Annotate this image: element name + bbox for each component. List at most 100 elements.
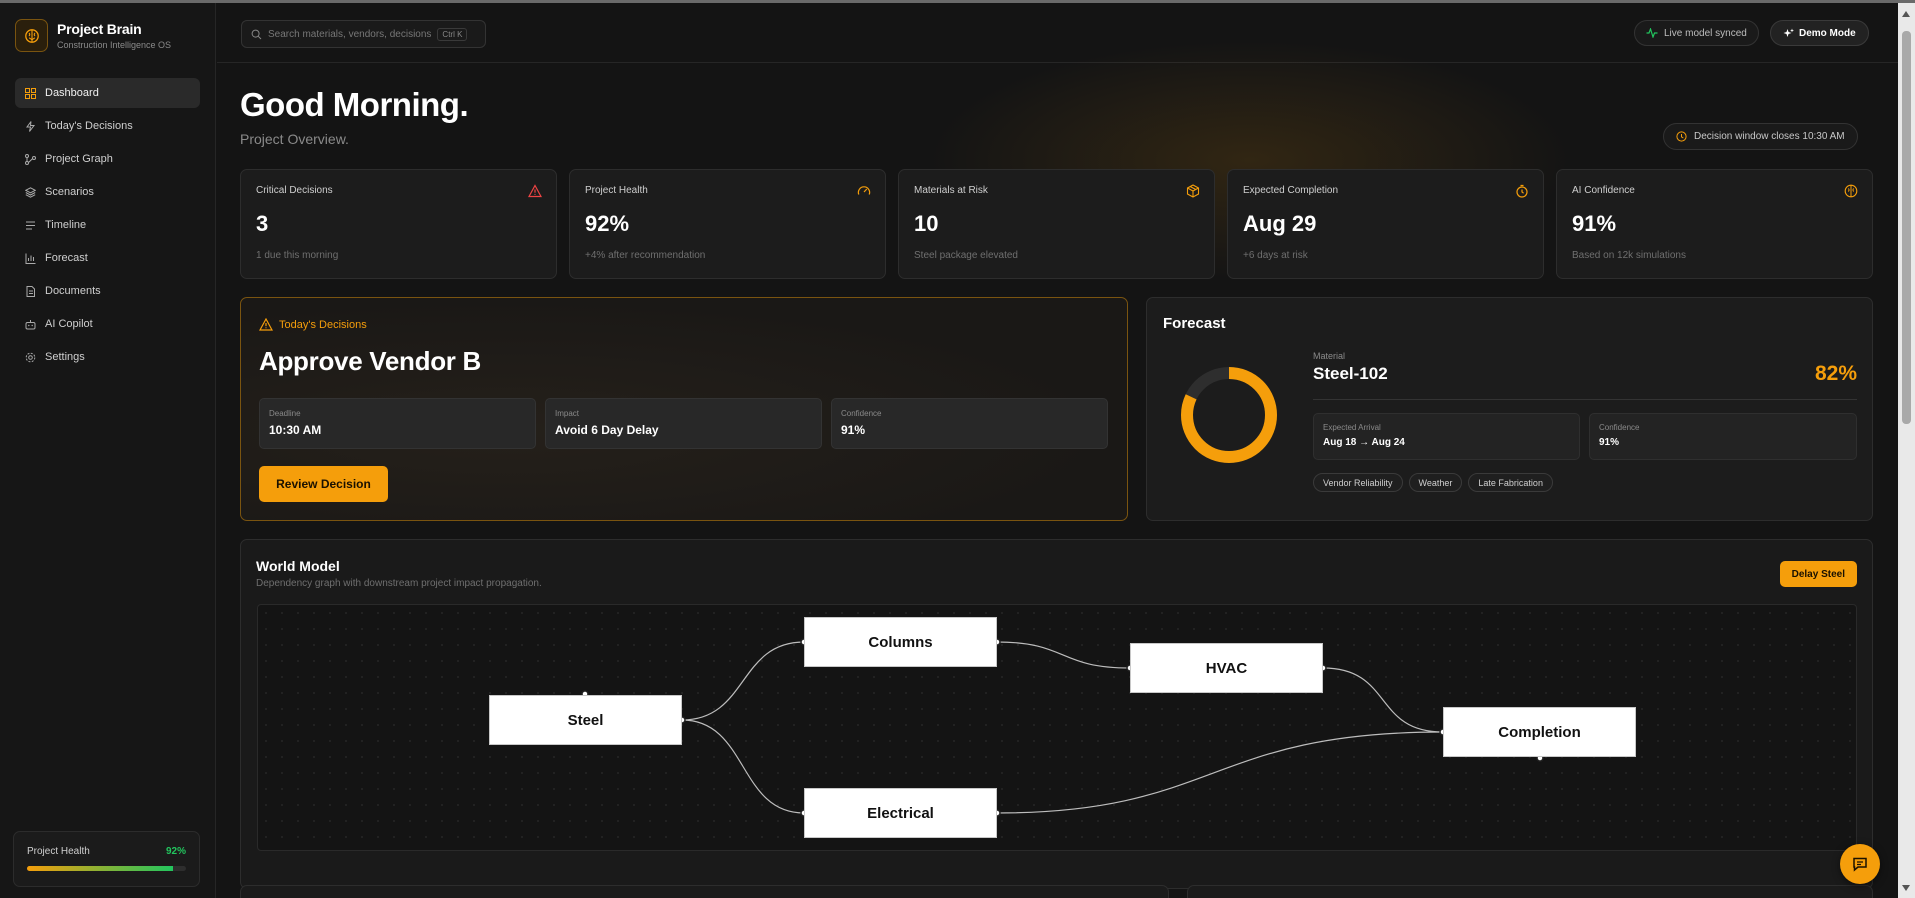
sidebar-item-project-graph[interactable]: Project Graph bbox=[15, 144, 200, 174]
search-input[interactable]: Search materials, vendors, decisions Ctr… bbox=[241, 20, 486, 48]
page-scrollbar[interactable] bbox=[1898, 3, 1915, 898]
sidebar-item-settings[interactable]: Settings bbox=[15, 342, 200, 372]
stat-subtext: Steel package elevated bbox=[914, 250, 1018, 261]
sync-label: Live model synced bbox=[1664, 27, 1747, 39]
search-icon bbox=[251, 29, 262, 39]
stat-card-critical-decisions[interactable]: Critical Decisions 3 1 due this morning bbox=[240, 169, 557, 279]
node-hvac[interactable]: HVAC bbox=[1130, 643, 1323, 693]
stat-value: 10 bbox=[914, 211, 939, 236]
sidebar-item-ai-copilot[interactable]: AI Copilot bbox=[15, 309, 200, 339]
brand-title: Project Brain bbox=[57, 21, 142, 37]
decision-tag-label: Today's Decisions bbox=[279, 318, 367, 331]
world-model-subtitle: Dependency graph with downstream project… bbox=[256, 578, 542, 589]
stat-value: 92% bbox=[585, 211, 630, 236]
detail-value: Avoid 6 Day Delay bbox=[555, 423, 659, 437]
chat-button[interactable] bbox=[1840, 844, 1880, 884]
lower-panel-left bbox=[240, 885, 1169, 898]
stat-subtext: Based on 12k simulations bbox=[1572, 250, 1686, 261]
live-sync-status[interactable]: Live model synced bbox=[1634, 20, 1759, 46]
sidebar-project-health: Project Health 92% bbox=[13, 831, 200, 887]
material-label: Material bbox=[1313, 351, 1346, 361]
stat-value: Aug 29 bbox=[1243, 211, 1317, 236]
detail-label: Impact bbox=[555, 409, 580, 418]
sidebar-item-label: Forecast bbox=[45, 252, 88, 264]
tag-late-fabrication[interactable]: Late Fabrication bbox=[1468, 473, 1553, 492]
arrival-value: Aug 18 → Aug 24 bbox=[1323, 437, 1405, 448]
scroll-up-icon[interactable] bbox=[1902, 11, 1910, 17]
grid-icon bbox=[24, 87, 36, 99]
sidebar: Project Brain Construction Intelligence … bbox=[0, 3, 216, 898]
sidebar-item-scenarios[interactable]: Scenarios bbox=[15, 177, 200, 207]
sidebar-item-documents[interactable]: Documents bbox=[15, 276, 200, 306]
forecast-donut-chart bbox=[1181, 367, 1277, 463]
tag-vendor-reliability[interactable]: Vendor Reliability bbox=[1313, 473, 1403, 492]
risk-factor-tags: Vendor Reliability Weather Late Fabricat… bbox=[1313, 473, 1559, 492]
sidebar-item-label: Timeline bbox=[45, 219, 87, 231]
stat-card-project-health[interactable]: Project Health 92% +4% after recommendat… bbox=[569, 169, 886, 279]
stat-label: Expected Completion bbox=[1243, 185, 1339, 196]
stat-card-materials-at-risk[interactable]: Materials at Risk 10 Steel package eleva… bbox=[898, 169, 1215, 279]
decision-confidence: Confidence 91% bbox=[831, 398, 1108, 449]
search-placeholder: Search materials, vendors, decisions bbox=[268, 28, 432, 40]
scroll-down-icon[interactable] bbox=[1902, 885, 1910, 891]
review-decision-button[interactable]: Review Decision bbox=[259, 466, 388, 502]
stat-subtext: +4% after recommendation bbox=[585, 250, 706, 261]
node-steel[interactable]: Steel bbox=[489, 695, 682, 745]
page-subtitle: Project Overview. bbox=[240, 131, 349, 147]
edge-steel-columns bbox=[681, 641, 805, 721]
sidebar-item-label: Scenarios bbox=[45, 186, 94, 198]
delay-steel-button[interactable]: Delay Steel bbox=[1779, 561, 1857, 587]
activity-icon bbox=[1646, 28, 1658, 38]
package-icon bbox=[1186, 184, 1200, 198]
node-columns[interactable]: Columns bbox=[804, 617, 997, 667]
sidebar-item-forecast[interactable]: Forecast bbox=[15, 243, 200, 273]
brain-icon bbox=[1844, 184, 1858, 198]
bot-icon bbox=[24, 318, 36, 330]
sidebar-item-todays-decisions[interactable]: Today's Decisions bbox=[15, 111, 200, 141]
node-completion[interactable]: Completion bbox=[1443, 707, 1636, 757]
decision-window-badge: Decision window closes 10:30 AM bbox=[1663, 123, 1858, 150]
stat-label: Critical Decisions bbox=[256, 185, 333, 196]
brand[interactable]: Project Brain Construction Intelligence … bbox=[15, 19, 171, 52]
tag-weather[interactable]: Weather bbox=[1408, 473, 1463, 492]
confidence-value: 91% bbox=[1599, 437, 1620, 448]
health-progress-fill bbox=[27, 866, 174, 871]
arrival-label: Expected Arrival bbox=[1323, 423, 1381, 432]
edge-electrical-completion bbox=[996, 731, 1444, 814]
page-title: Good Morning. bbox=[240, 86, 469, 123]
detail-label: Confidence bbox=[841, 409, 882, 418]
search-shortcut: Ctrl K bbox=[437, 27, 468, 41]
chat-icon bbox=[1853, 857, 1867, 872]
dependency-graph-canvas[interactable]: Steel Columns Electrical HVAC Completion bbox=[257, 604, 1857, 851]
list-icon bbox=[24, 219, 36, 231]
sidebar-item-label: AI Copilot bbox=[45, 318, 93, 330]
sidebar-item-timeline[interactable]: Timeline bbox=[15, 210, 200, 240]
sidebar-item-label: Documents bbox=[45, 285, 101, 297]
gauge-icon bbox=[857, 186, 871, 195]
bar-chart-icon bbox=[24, 252, 36, 264]
stat-label: AI Confidence bbox=[1572, 185, 1635, 196]
world-model-card: World Model Dependency graph with downst… bbox=[240, 539, 1873, 889]
scrollbar-thumb[interactable] bbox=[1902, 31, 1911, 424]
decision-impact: Impact Avoid 6 Day Delay bbox=[545, 398, 822, 449]
stat-value: 3 bbox=[256, 211, 269, 236]
material-name: Steel-102 bbox=[1313, 364, 1388, 383]
health-progress-bar bbox=[27, 866, 186, 871]
expected-arrival-box: Expected Arrival Aug 18 → Aug 24 bbox=[1313, 413, 1580, 460]
stat-card-expected-completion[interactable]: Expected Completion Aug 29 +6 days at ri… bbox=[1227, 169, 1544, 279]
node-electrical[interactable]: Electrical bbox=[804, 788, 997, 838]
detail-label: Deadline bbox=[269, 409, 301, 418]
demo-mode-button[interactable]: Demo Mode bbox=[1770, 20, 1869, 46]
stat-card-ai-confidence[interactable]: AI Confidence 91% Based on 12k simulatio… bbox=[1556, 169, 1873, 279]
decision-window-label: Decision window closes 10:30 AM bbox=[1694, 131, 1845, 142]
edge-steel-electrical bbox=[681, 719, 805, 814]
layers-icon bbox=[24, 186, 36, 198]
edge-hvac-completion bbox=[1322, 667, 1444, 733]
sidebar-item-label: Dashboard bbox=[45, 87, 99, 99]
demo-mode-label: Demo Mode bbox=[1799, 27, 1856, 39]
sidebar-health-value: 92% bbox=[165, 846, 186, 857]
stat-value: 91% bbox=[1572, 211, 1617, 236]
sidebar-item-label: Settings bbox=[45, 351, 85, 363]
graph-icon bbox=[24, 153, 36, 165]
sidebar-item-dashboard[interactable]: Dashboard bbox=[15, 78, 200, 108]
